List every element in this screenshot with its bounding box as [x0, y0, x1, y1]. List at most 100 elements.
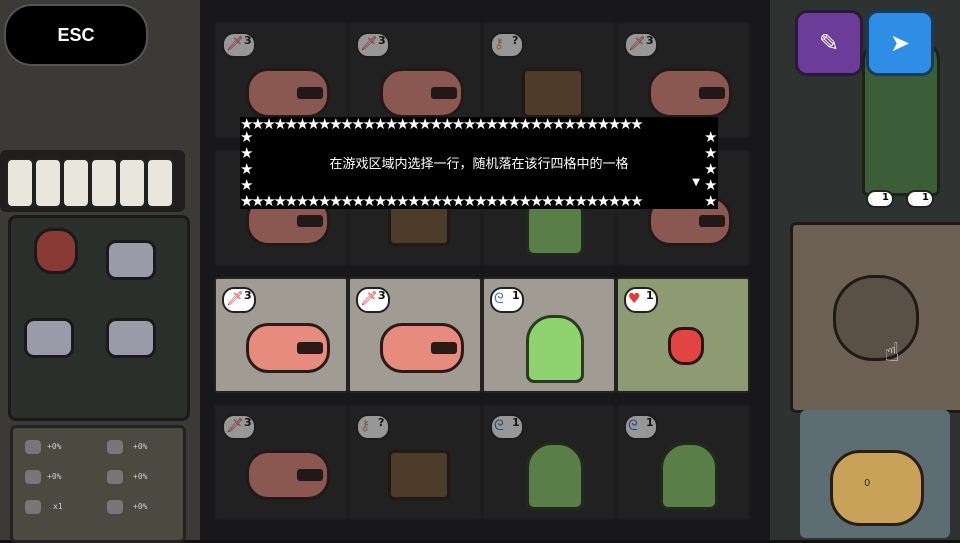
- slime-icon: [526, 315, 584, 383]
- key-icon: ⚷: [494, 36, 505, 52]
- lock-icon: [833, 275, 919, 361]
- stat-value: +0%: [133, 502, 148, 511]
- slime-icon: [660, 442, 718, 510]
- magnify-icon: [107, 440, 123, 454]
- frog-statue: 0: [800, 410, 950, 538]
- badge-value: ?: [512, 34, 519, 47]
- swirl-icon: ᘓ: [494, 291, 504, 307]
- pig-mouth: [699, 215, 725, 227]
- stat-value: +0%: [133, 442, 148, 451]
- frog-icon: [830, 450, 924, 526]
- board-card-strawberry[interactable]: ♥ 1: [616, 277, 750, 393]
- board-card-pig[interactable]: 🗡 3: [348, 277, 482, 393]
- board-card-chest[interactable]: ⚷?: [348, 404, 482, 520]
- esc-button[interactable]: ESC: [4, 4, 148, 66]
- card-badge: ♥ 1: [624, 287, 658, 313]
- pencil-icon: ✎: [818, 29, 840, 57]
- tooth-icon: [146, 158, 174, 208]
- chest-icon: [522, 68, 584, 118]
- card-badge: ᘓ1: [490, 287, 524, 313]
- right-badge: 1: [906, 190, 934, 208]
- pig-mouth: [297, 87, 323, 99]
- pig-mouth: [431, 87, 457, 99]
- strawberry-icon: [668, 327, 704, 365]
- pig-icon: [380, 323, 464, 373]
- boot-icon[interactable]: [24, 318, 74, 358]
- slime-icon: [526, 442, 584, 510]
- chest-icon: [107, 470, 123, 484]
- boot-icon[interactable]: [106, 240, 156, 280]
- badge-value: ?: [378, 416, 385, 429]
- board-card-slime[interactable]: ᘓ1: [616, 404, 750, 520]
- pig-mouth: [699, 87, 725, 99]
- pig-icon: [380, 68, 464, 118]
- badge-value: 3: [244, 289, 252, 302]
- tooth-icon: [34, 158, 62, 208]
- locked-door[interactable]: [790, 222, 960, 413]
- card-badge: ⚷?: [356, 414, 390, 440]
- stat-value: x1: [53, 502, 63, 511]
- pig-icon: [246, 68, 330, 118]
- hint-dialog[interactable]: ★★★★★★★★★★★★★★★★★★★★★★★★★★★★★★★★★★★★ ★ ★ ★…: [240, 117, 718, 209]
- badge-value: 3: [244, 34, 252, 47]
- sword-icon: 🗡: [226, 291, 244, 307]
- tooth-icon: [90, 158, 118, 208]
- potion-icon[interactable]: [34, 228, 78, 274]
- key-icon: ⚷: [360, 418, 371, 434]
- badge-value: 1: [512, 416, 520, 429]
- card-badge: 🗡 3: [222, 32, 256, 58]
- badge-value: 1: [512, 289, 520, 302]
- edit-button[interactable]: ✎: [795, 10, 863, 76]
- frog-value: 0: [864, 478, 871, 489]
- swirl-icon: ᘓ: [494, 418, 504, 434]
- sword-icon: 🗡: [226, 418, 244, 434]
- pig-icon: [246, 323, 330, 373]
- paper-plane-icon: ➤: [889, 29, 911, 57]
- sword-icon: 🗡: [628, 36, 646, 52]
- badge-value: 3: [378, 34, 386, 47]
- pig-mouth: [297, 469, 323, 481]
- badge-value: 3: [646, 34, 654, 47]
- swirl-icon: ᘓ: [628, 418, 638, 434]
- card-badge: 🗡 3: [356, 287, 390, 313]
- pig-icon: [648, 68, 732, 118]
- spikes-icon: [107, 500, 123, 514]
- card-badge: ⚷?: [490, 32, 524, 58]
- badge-value: 3: [378, 289, 386, 302]
- board-card-pig[interactable]: 🗡 3: [214, 404, 348, 520]
- star-border-bottom: ★★★★★★★★★★★★★★★★★★★★★★★★★★★★★★★★★★★★: [240, 194, 644, 209]
- dialog-message: 在游戏区域内选择一行，随机落在该行四格中的一格: [329, 157, 629, 172]
- board-card-slime[interactable]: ᘓ1: [482, 404, 616, 520]
- sword-icon: [25, 440, 41, 454]
- stats-book: +0% +0% x1 +0% +0% +0%: [10, 425, 186, 543]
- pointer-hand-icon: ☝: [884, 338, 900, 368]
- cloud-icon: [25, 500, 41, 514]
- stat-value: +0%: [47, 442, 62, 451]
- heart-icon: ♥: [628, 291, 641, 307]
- boot-icon[interactable]: [106, 318, 156, 358]
- send-button[interactable]: ➤: [866, 10, 934, 76]
- board-card-pig[interactable]: 🗡 3: [214, 277, 348, 393]
- tooth-icon: [6, 158, 34, 208]
- sword-icon: 🗡: [360, 291, 378, 307]
- pig-icon: [246, 450, 330, 500]
- card-badge: ᘓ1: [624, 414, 658, 440]
- badge-value: 1: [646, 416, 654, 429]
- right-badge: 1: [866, 190, 894, 208]
- card-badge: 🗡 3: [222, 414, 256, 440]
- sword-icon: 🗡: [226, 36, 244, 52]
- pig-mouth: [297, 342, 323, 354]
- stat-value: +0%: [47, 472, 62, 481]
- board-card-slime[interactable]: ᘓ1: [482, 277, 616, 393]
- pig-mouth: [431, 342, 457, 354]
- card-badge: 🗡 3: [222, 287, 256, 313]
- sword-icon: 🗡: [360, 36, 378, 52]
- badge-value: 1: [646, 289, 654, 302]
- tooth-icon: [62, 158, 90, 208]
- tooth-icon: [118, 158, 146, 208]
- card-badge: 🗡 3: [624, 32, 658, 58]
- star-border-top: ★★★★★★★★★★★★★★★★★★★★★★★★★★★★★★★★★★★★: [240, 117, 644, 132]
- continue-arrow-icon[interactable]: ▼: [692, 177, 700, 188]
- teeth-bar: [0, 150, 185, 212]
- card-badge: 🗡 3: [356, 32, 390, 58]
